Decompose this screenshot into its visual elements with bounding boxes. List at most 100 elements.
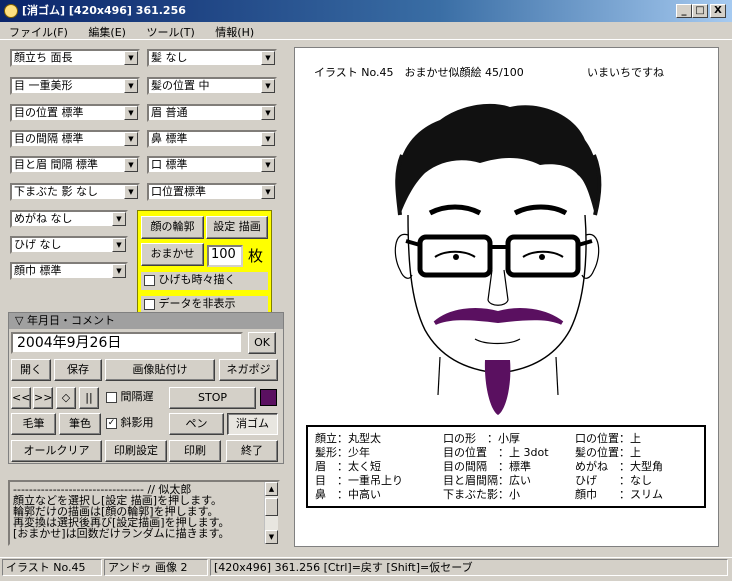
eye-position-select[interactable]: 目の位置 標準 ▼ xyxy=(10,104,140,122)
attr-cell: 顔巾 ：スリム xyxy=(575,488,663,501)
hair-position-select[interactable]: 髪の位置 中 ▼ xyxy=(147,77,277,95)
paste-image-button[interactable]: 画像貼付け xyxy=(105,359,215,381)
maximize-button[interactable]: □ xyxy=(692,4,708,18)
eyelid-shadow-select[interactable]: 下まぶた 影 なし ▼ xyxy=(10,183,140,201)
chevron-down-icon: ▼ xyxy=(112,212,126,226)
interval-delay-checkbox[interactable]: 間隔遅 xyxy=(104,389,166,407)
scroll-thumb[interactable] xyxy=(265,498,278,516)
caricature-illustration xyxy=(394,103,602,415)
face-shape-select[interactable]: 顔立ち 面長 ▼ xyxy=(10,49,140,67)
hair-value: 髪 なし xyxy=(151,51,188,64)
eraser-button[interactable]: 消ゴム xyxy=(227,413,278,435)
attr-cell: 髪形：少年 xyxy=(315,446,370,459)
nose-value: 鼻 標準 xyxy=(151,132,188,145)
diamond-button[interactable]: ◇ xyxy=(56,387,76,409)
brush-button[interactable]: 毛筆 xyxy=(11,413,56,435)
nose-select[interactable]: 鼻 標準 ▼ xyxy=(147,130,277,148)
hatch-checkbox[interactable]: ✓ 斜影用 xyxy=(104,415,166,433)
help-memo[interactable]: --------------------------------- // 似太郎… xyxy=(8,480,280,546)
memo-line: [おまかせ]は回数だけランダムに描きます。 xyxy=(13,527,230,540)
menu-edit[interactable]: 編集(E) xyxy=(79,22,134,40)
attr-cell: 顔立：丸型太 xyxy=(315,432,381,445)
mouth-position-select[interactable]: 口位置標準 ▼ xyxy=(147,183,277,201)
checkbox-box[interactable] xyxy=(106,391,117,403)
print-button[interactable]: 印刷 xyxy=(169,440,221,462)
date-input[interactable]: 2004年9月26日 xyxy=(11,332,243,354)
close-button[interactable]: X xyxy=(710,4,726,18)
outline-value: 顔巾 標準 xyxy=(14,264,62,277)
window-title: [消ゴム] [420x496] 361.256 xyxy=(22,4,186,17)
negapos-button[interactable]: ネガポジ xyxy=(219,359,278,381)
beard-select[interactable]: ひげ なし ▼ xyxy=(10,236,128,254)
attr-cell: ひげ ：なし xyxy=(575,474,652,487)
eyebrow-select[interactable]: 眉 普通 ▼ xyxy=(147,104,277,122)
checkbox-box[interactable]: ✓ xyxy=(106,417,117,429)
eye-spacing-select[interactable]: 目の間隔 標準 ▼ xyxy=(10,130,140,148)
chevron-down-icon: ▼ xyxy=(124,106,138,120)
next-button[interactable]: >> xyxy=(33,387,53,409)
mouth-select[interactable]: 口 標準 ▼ xyxy=(147,156,277,174)
beard-sometimes-checkbox[interactable]: ひげも時々描く xyxy=(141,272,268,290)
open-button[interactable]: 開く xyxy=(11,359,51,381)
prev-button[interactable]: << xyxy=(11,387,31,409)
title-bar: [消ゴム] [420x496] 361.256 xyxy=(0,0,732,22)
glasses-select[interactable]: めがね なし ▼ xyxy=(10,210,128,228)
chevron-down-icon: ▼ xyxy=(124,79,138,93)
attr-cell: 下まぶた影：小 xyxy=(443,488,520,501)
eye-brow-spacing-value: 目と眉 間隔 標準 xyxy=(14,158,98,171)
table-row: 髪形：少年 目の位置 ：上 3dot 髪の位置：上 xyxy=(314,446,663,460)
color-swatch[interactable] xyxy=(260,389,277,406)
checkbox-box[interactable] xyxy=(144,274,155,286)
illustration-remark: いまいちですね xyxy=(587,66,664,79)
count-unit-label: 枚 xyxy=(248,247,264,265)
menu-info[interactable]: 情報(H) xyxy=(206,22,262,40)
attr-cell: 目 ：一重吊上り xyxy=(315,474,403,487)
all-clear-button[interactable]: オールクリア xyxy=(11,440,102,462)
chevron-down-icon: ▼ xyxy=(261,185,275,199)
print-setup-button[interactable]: 印刷設定 xyxy=(105,440,167,462)
glasses-value: めがね なし xyxy=(14,212,73,225)
attr-cell: めがね ：大型角 xyxy=(575,460,663,473)
hide-data-label: データを非表示 xyxy=(158,297,236,310)
draw-settings-button[interactable]: 設定 描画 xyxy=(206,216,268,239)
ok-button[interactable]: OK xyxy=(248,332,276,354)
menu-file[interactable]: ファイル(F) xyxy=(0,22,76,40)
pen-button[interactable]: ペン xyxy=(169,413,224,435)
table-row: 鼻 ：中高い 下まぶた影：小 顔巾 ：スリム xyxy=(314,488,663,502)
menu-tools[interactable]: ツール(T) xyxy=(137,22,202,40)
auto-button[interactable]: おまかせ xyxy=(141,243,204,266)
stop-button[interactable]: STOP xyxy=(169,387,256,409)
hair-position-value: 髪の位置 中 xyxy=(151,79,210,92)
eye-shape-value: 目 一重美形 xyxy=(14,79,73,92)
attr-cell: 目と眉間隔：広い xyxy=(443,474,531,487)
hair-select[interactable]: 髪 なし ▼ xyxy=(147,49,277,67)
eye-brow-spacing-select[interactable]: 目と眉 間隔 標準 ▼ xyxy=(10,156,140,174)
attr-cell: 目の位置 ：上 3dot xyxy=(443,446,549,459)
hatch-label: 斜影用 xyxy=(120,416,154,429)
attributes-panel: 顔立：丸型太 口の形 ：小厚 口の位置：上 髪形：少年 目の位置 ：上 3dot 髪の位… xyxy=(306,425,706,508)
memo-scrollbar[interactable]: ▲ ▼ xyxy=(264,482,278,544)
scroll-down-icon[interactable]: ▼ xyxy=(265,530,278,544)
status-undo: アンドゥ 画像 2 xyxy=(104,559,208,576)
scroll-up-icon[interactable]: ▲ xyxy=(265,482,278,496)
exit-button[interactable]: 終了 xyxy=(226,440,278,462)
face-outline-button[interactable]: 顔の輪郭 xyxy=(141,216,204,239)
count-input[interactable]: 100 xyxy=(207,245,243,267)
pause-button[interactable]: || xyxy=(79,387,99,409)
eye-spacing-value: 目の間隔 標準 xyxy=(14,132,84,145)
minimize-button[interactable]: _ xyxy=(676,4,692,18)
date-comment-title[interactable]: ▽ 年月日・コメント xyxy=(9,313,283,329)
eye-shape-select[interactable]: 目 一重美形 ▼ xyxy=(10,77,140,95)
chevron-down-icon: ▼ xyxy=(261,79,275,93)
checkbox-box[interactable] xyxy=(144,298,155,310)
attr-cell: 髪の位置：上 xyxy=(575,446,641,459)
chevron-down-icon: ▼ xyxy=(112,238,126,252)
attr-cell: 眉 ：太く短 xyxy=(315,460,381,473)
outline-select[interactable]: 顔巾 標準 ▼ xyxy=(10,262,128,280)
beard-sometimes-label: ひげも時々描く xyxy=(158,273,236,286)
attributes-table: 顔立：丸型太 口の形 ：小厚 口の位置：上 髪形：少年 目の位置 ：上 3dot 髪の位… xyxy=(314,432,663,502)
eye-position-value: 目の位置 標準 xyxy=(14,106,84,119)
brush-color-button[interactable]: 筆色 xyxy=(59,413,101,435)
save-button[interactable]: 保存 xyxy=(54,359,102,381)
chevron-down-icon: ▼ xyxy=(124,185,138,199)
